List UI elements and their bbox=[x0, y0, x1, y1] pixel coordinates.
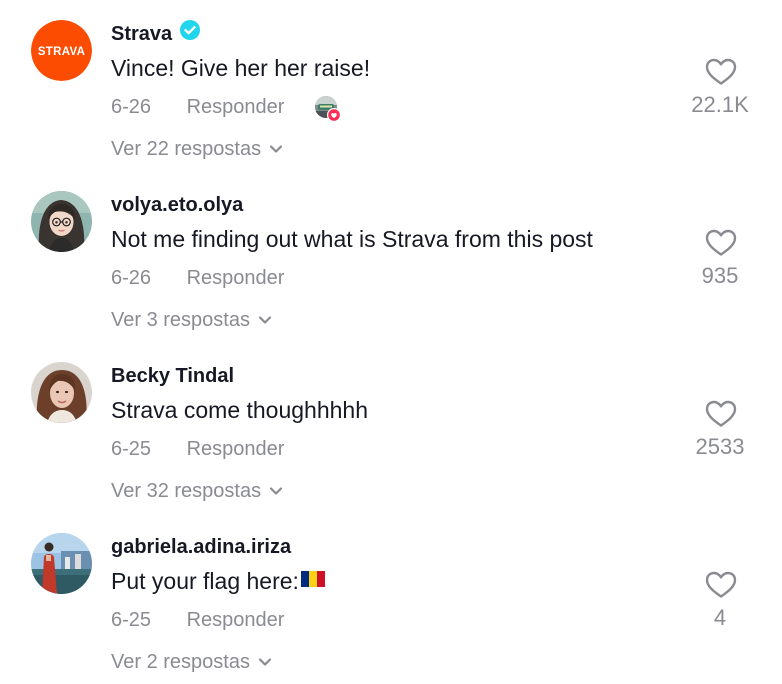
view-replies-button[interactable]: Ver 32 respostas bbox=[111, 480, 283, 503]
avatar[interactable] bbox=[31, 191, 92, 252]
view-replies-label: Ver 3 respostas bbox=[111, 309, 250, 331]
comment-meta: 6-25 Responder bbox=[111, 609, 284, 632]
comment-item: volya.eto.olya Not me finding out what i… bbox=[0, 171, 782, 342]
like-count: 4 bbox=[713, 605, 727, 630]
avatar[interactable]: STRAVA bbox=[31, 20, 92, 81]
view-replies-label: Ver 32 respostas bbox=[111, 480, 262, 502]
comment-date: 6-25 bbox=[111, 438, 152, 460]
view-replies-label: Ver 2 respostas bbox=[111, 651, 250, 673]
heart-outline-icon[interactable] bbox=[704, 228, 738, 258]
comment-date: 6-26 bbox=[111, 267, 152, 289]
comment-text-label: Put your flag here: bbox=[111, 568, 299, 594]
reply-button[interactable]: Responder bbox=[187, 438, 285, 460]
chevron-down-icon bbox=[258, 308, 272, 331]
username-label: gabriela.adina.iriza bbox=[111, 536, 292, 558]
username-label: volya.eto.olya bbox=[111, 194, 244, 216]
comment-text: Vince! Give her her raise! bbox=[111, 55, 371, 81]
strava-logo: STRAVA bbox=[31, 20, 92, 81]
comment-username[interactable]: Strava bbox=[111, 19, 201, 46]
comment-item: gabriela.adina.iriza Put your flag here:… bbox=[0, 513, 782, 684]
comment-meta: 6-26 Responder bbox=[111, 267, 284, 290]
comment-username[interactable]: gabriela.adina.iriza bbox=[111, 536, 291, 559]
like-count: 2533 bbox=[695, 434, 745, 459]
chevron-down-icon bbox=[258, 650, 272, 673]
comment-username[interactable]: volya.eto.olya bbox=[111, 194, 243, 217]
comment-date: 6-25 bbox=[111, 609, 152, 631]
verified-badge-icon bbox=[180, 19, 201, 46]
comment-text: Not me finding out what is Strava from t… bbox=[111, 226, 593, 252]
heart-outline-icon[interactable] bbox=[704, 57, 738, 87]
comment-item: STRAVA Strava Vince! Give her her raise!… bbox=[0, 0, 782, 171]
view-replies-button[interactable]: Ver 3 respostas bbox=[111, 309, 272, 332]
avatar-illustration bbox=[31, 191, 92, 252]
comment-date: 6-26 bbox=[111, 96, 152, 118]
comment-meta: 6-25 Responder bbox=[111, 438, 284, 461]
avatar-photo bbox=[31, 533, 92, 594]
view-replies-label: Ver 22 respostas bbox=[111, 138, 262, 160]
comment-meta: 6-26 Responder bbox=[111, 96, 284, 119]
avatar[interactable] bbox=[31, 362, 92, 423]
reply-button[interactable]: Responder bbox=[187, 609, 285, 631]
creator-liked-avatar bbox=[314, 95, 342, 123]
username-label: Strava bbox=[111, 23, 173, 45]
heart-outline-icon[interactable] bbox=[704, 399, 738, 429]
strava-logo-text: STRAVA bbox=[38, 46, 85, 58]
username-label: Becky Tindal bbox=[111, 365, 235, 387]
like-count: 22.1K bbox=[691, 92, 749, 117]
like-count: 935 bbox=[701, 263, 739, 288]
heart-outline-icon[interactable] bbox=[704, 570, 738, 600]
chevron-down-icon bbox=[269, 479, 283, 502]
chevron-down-icon bbox=[269, 137, 283, 160]
avatar[interactable] bbox=[31, 533, 92, 594]
reply-button[interactable]: Responder bbox=[187, 96, 285, 118]
romania-flag-icon bbox=[300, 567, 325, 594]
view-replies-button[interactable]: Ver 22 respostas bbox=[111, 138, 283, 161]
reply-button[interactable]: Responder bbox=[187, 267, 285, 289]
view-replies-button[interactable]: Ver 2 respostas bbox=[111, 651, 272, 674]
comment-text: Put your flag here: bbox=[111, 568, 325, 595]
comment-username[interactable]: Becky Tindal bbox=[111, 365, 234, 388]
comment-text: Strava come thoughhhhh bbox=[111, 397, 369, 423]
avatar-photo bbox=[31, 362, 92, 423]
comment-item: Becky Tindal Strava come thoughhhhh 6-25… bbox=[0, 342, 782, 513]
